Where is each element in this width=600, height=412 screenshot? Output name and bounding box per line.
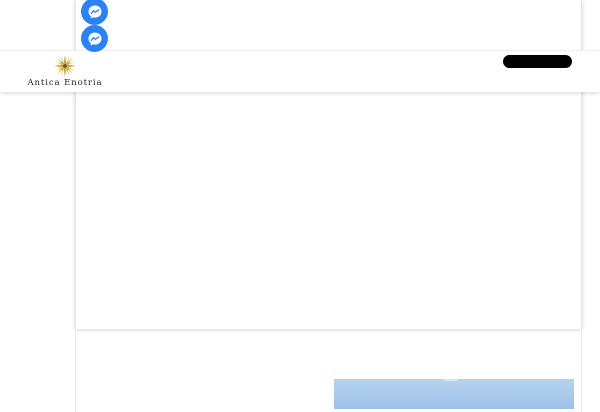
logo-wordmark: Antica Enotria (27, 78, 103, 88)
messenger-icon (88, 5, 101, 18)
sunburst-logo-icon (54, 55, 76, 77)
site-header: Antica Enotria (0, 50, 600, 92)
header-menu-button[interactable] (503, 55, 572, 68)
messenger-chat-button[interactable] (81, 25, 108, 52)
site-logo[interactable]: Antica Enotria (20, 55, 110, 91)
hero-sky-image (334, 379, 574, 409)
messenger-icon (88, 32, 101, 45)
